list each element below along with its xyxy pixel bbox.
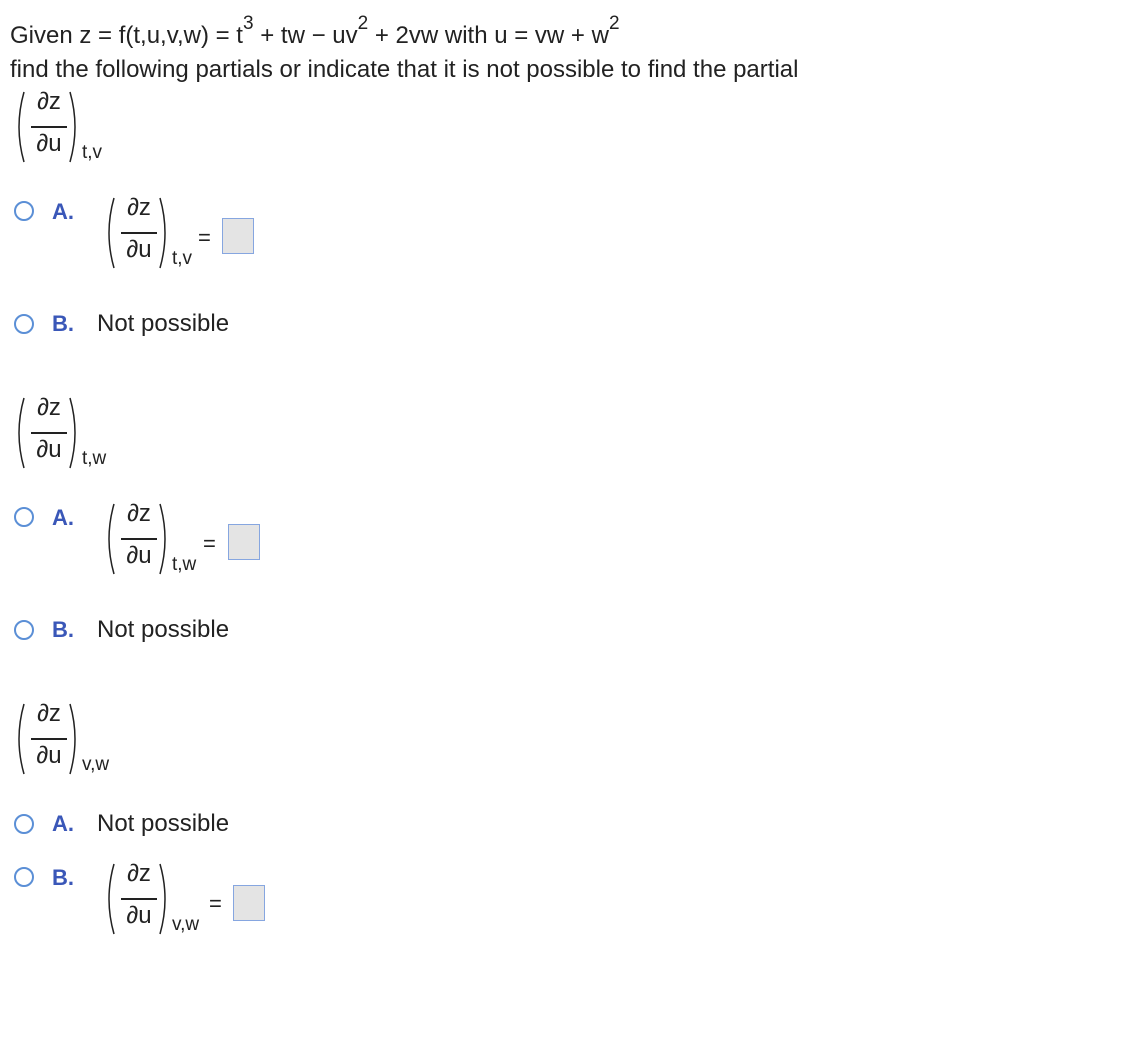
exponent-v: 2 [357,13,369,34]
part-2-option-b-radio[interactable] [14,620,34,640]
left-paren [102,862,116,936]
subscript: t,w [82,448,107,469]
part-2-option-b-text: Not possible [97,616,230,643]
part-3-option-b-radio[interactable] [14,867,34,887]
right-paren [68,90,82,164]
numerator: ∂z [127,860,151,887]
right-paren [68,396,82,470]
given-prefix: Given z = f(t,u,v,w) = t [10,22,243,49]
numerator: ∂z [127,194,151,221]
fraction-bar [121,232,157,234]
fraction-bar [121,538,157,540]
part-3-option-a-text: Not possible [97,810,230,837]
given-mid-2: + 2vw with u = vw + w [368,22,609,49]
right-paren [68,702,82,776]
exponent-t: 3 [242,13,254,34]
equals-sign: = [198,225,211,250]
denominator: ∂u [126,236,152,263]
denominator: ∂u [36,436,62,463]
equals-sign: = [209,891,222,916]
part-2-option-a-letter: A. [52,505,74,530]
left-paren [12,90,26,164]
right-paren [158,196,172,270]
subscript: v,w [172,914,200,935]
right-paren [158,502,172,576]
problem-statement: Given z = f(t,u,v,w) = t3 + tw − uv2 + 2… [10,13,620,50]
part-2-partial: ∂z ∂u t,w [12,394,132,476]
exponent-w: 2 [608,13,620,34]
denominator: ∂u [36,742,62,769]
left-paren [102,196,116,270]
part-1-option-b-letter: B. [52,311,74,336]
denominator: ∂u [126,542,152,569]
part-3-partial: ∂z ∂u v,w [12,700,132,782]
part-2-option-a-radio[interactable] [14,507,34,527]
given-mid-1: + tw − uv [253,22,358,49]
part-1-option-b-radio[interactable] [14,314,34,334]
instruction-text: find the following partials or indicate … [10,56,799,83]
part-3-option-a-letter: A. [52,811,74,836]
subscript: t,v [172,248,193,269]
equals-sign: = [203,531,216,556]
subscript: t,v [82,142,103,163]
part-3-option-a-radio[interactable] [14,814,34,834]
left-paren [12,702,26,776]
denominator: ∂u [126,902,152,929]
fraction-bar [121,898,157,900]
part-3-option-b-partial: ∂z ∂u v,w [102,860,222,942]
numerator: ∂z [37,88,61,115]
numerator: ∂z [37,394,61,421]
part-3-answer-input[interactable] [233,885,265,921]
subscript: v,w [82,754,110,775]
part-1-option-a-radio[interactable] [14,201,34,221]
subscript: t,w [172,554,197,575]
part-3-option-b-letter: B. [52,865,74,890]
part-2-option-b-letter: B. [52,617,74,642]
fraction-bar [31,126,67,128]
numerator: ∂z [127,500,151,527]
denominator: ∂u [36,130,62,157]
part-2-answer-input[interactable] [228,524,260,560]
fraction-bar [31,738,67,740]
left-paren [12,396,26,470]
numerator: ∂z [37,700,61,727]
part-1-answer-input[interactable] [222,218,254,254]
left-paren [102,502,116,576]
part-1-option-a-letter: A. [52,199,74,224]
right-paren [158,862,172,936]
part-1-partial: ∂z ∂u t,v [12,88,132,170]
part-1-option-b-text: Not possible [97,310,230,337]
fraction-bar [31,432,67,434]
